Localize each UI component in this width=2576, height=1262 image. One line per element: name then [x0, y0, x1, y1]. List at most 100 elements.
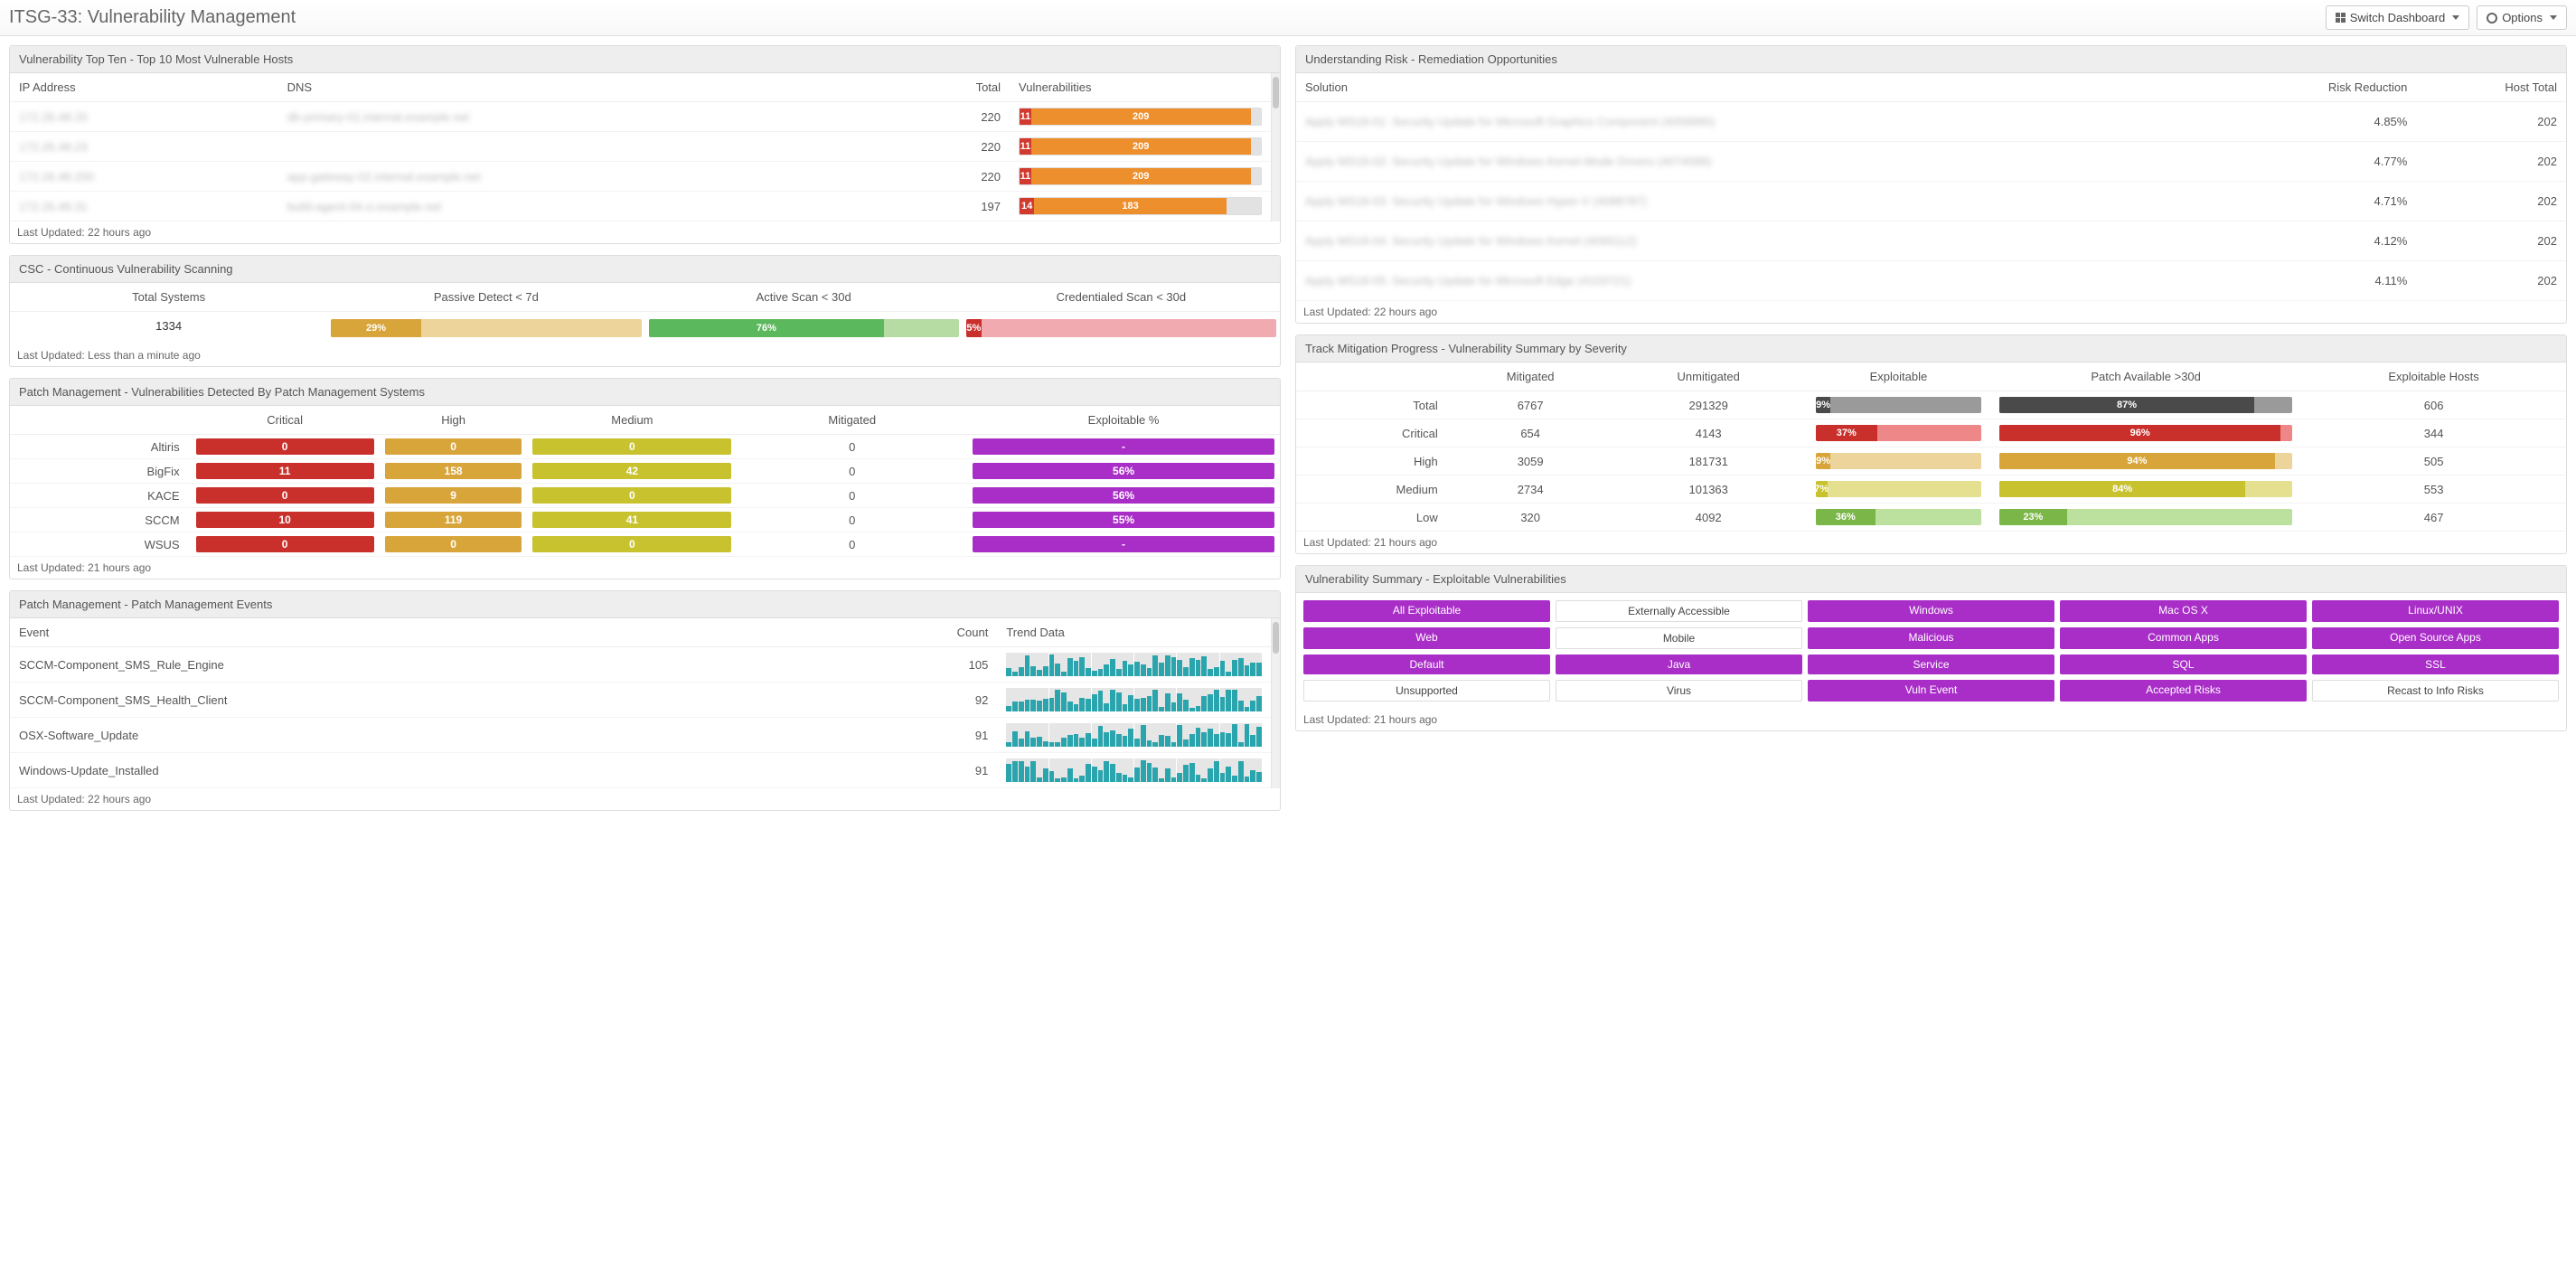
vuln-tag[interactable]: Default [1303, 655, 1550, 674]
reduction-cell: 4.11% [2209, 261, 2416, 301]
active-bar: 76% [649, 319, 959, 337]
vuln-tag[interactable]: Windows [1808, 600, 2054, 622]
table-row[interactable]: KACE 0 9 0 0 56% [10, 484, 1280, 508]
hosts-cell: 606 [2301, 391, 2566, 419]
sparkline [1006, 723, 1262, 747]
mitigated-cell: 0 [737, 508, 967, 532]
event-name: OSX-Software_Update [10, 718, 821, 753]
vuln-tag[interactable]: Recast to Info Risks [2312, 680, 2559, 702]
vuln-tag[interactable]: Java [1556, 655, 1802, 674]
table-row[interactable]: Critical 654 4143 37% 96% 344 [1296, 419, 2566, 447]
severity-label: High [1296, 447, 1451, 476]
table-row[interactable]: Total 6767 291329 9% 87% 606 [1296, 391, 2566, 419]
scrollbar[interactable] [1271, 73, 1280, 221]
risk-table: Solution Risk Reduction Host Total Apply… [1296, 73, 2566, 301]
table-row[interactable]: Altiris 0 0 0 0 - [10, 435, 1280, 459]
vuln-tag[interactable]: Accepted Risks [2060, 680, 2307, 702]
patch-bar: 23% [1999, 509, 2292, 525]
system-name: SCCM [10, 508, 191, 532]
mitigated-cell: 320 [1451, 504, 1611, 532]
table-row[interactable]: 172.26.48.200 app-gateway-02.internal.ex… [10, 162, 1271, 192]
mitigated-cell: 3059 [1451, 447, 1611, 476]
patch-bar: 94% [1999, 453, 2292, 469]
dns-cell: build-agent-04.ci.example.net [278, 192, 887, 221]
switch-dashboard-button[interactable]: Switch Dashboard [2326, 5, 2470, 30]
table-row[interactable]: Low 320 4092 36% 23% 467 [1296, 504, 2566, 532]
vuln-tag[interactable]: Open Source Apps [2312, 627, 2559, 649]
table-row[interactable]: 172.26.48.31 build-agent-04.ci.example.n… [10, 192, 1271, 221]
vuln-tag[interactable]: Common Apps [2060, 627, 2307, 649]
panel-footer: Last Updated: 22 hours ago [10, 221, 1280, 243]
medium-pill: 0 [532, 536, 731, 552]
patch-bar: 96% [1999, 425, 2292, 441]
vuln-tag[interactable]: Mac OS X [2060, 600, 2307, 622]
vuln-tag[interactable]: Mobile [1556, 627, 1802, 649]
table-row[interactable]: WSUS 0 0 0 0 - [10, 532, 1280, 557]
system-name: WSUS [10, 532, 191, 557]
solution-cell: Apply MS18-03: Security Update for Windo… [1296, 182, 2209, 221]
solution-cell: Apply MS18-05: Security Update for Micro… [1296, 261, 2209, 301]
table-row[interactable]: Apply MS18-04: Security Update for Windo… [1296, 221, 2566, 261]
passive-bar: 29% [331, 319, 641, 337]
vuln-tag[interactable]: Virus [1556, 680, 1802, 702]
vuln-tag[interactable]: Malicious [1808, 627, 2054, 649]
exploit-bar: 9% [1816, 453, 1981, 469]
vuln-tag[interactable]: Vuln Event [1808, 680, 2054, 702]
table-row[interactable]: Apply MS18-02: Security Update for Windo… [1296, 142, 2566, 182]
exploit-bar: 7% [1816, 481, 1981, 497]
page-title: ITSG-33: Vulnerability Management [9, 7, 296, 28]
vuln-tag[interactable]: Web [1303, 627, 1550, 649]
unmitigated-cell: 181731 [1611, 447, 1807, 476]
exploit-pill: 56% [973, 463, 1274, 479]
total-systems-value: 1334 [10, 312, 327, 344]
scrollbar[interactable] [1271, 618, 1280, 788]
gear-icon [2487, 13, 2497, 24]
table-row[interactable]: BigFix 11 158 42 0 56% [10, 459, 1280, 484]
event-count: 91 [821, 753, 998, 788]
high-pill: 0 [385, 438, 522, 455]
vuln-tag[interactable]: All Exploitable [1303, 600, 1550, 622]
reduction-cell: 4.12% [2209, 221, 2416, 261]
mitigation-table: Mitigated Unmitigated Exploitable Patch … [1296, 363, 2566, 532]
table-row[interactable]: OSX-Software_Update 91 [10, 718, 1271, 753]
table-row[interactable]: Apply MS18-01: Security Update for Micro… [1296, 102, 2566, 142]
table-row[interactable]: Apply MS18-03: Security Update for Windo… [1296, 182, 2566, 221]
mitigated-cell: 0 [737, 459, 967, 484]
exploit-bar: 9% [1816, 397, 1981, 413]
panel-header: Vulnerability Top Ten - Top 10 Most Vuln… [10, 46, 1280, 73]
high-pill: 158 [385, 463, 522, 479]
panel-vuln-summary: Vulnerability Summary - Exploitable Vuln… [1295, 565, 2567, 731]
exploit-pill: 55% [973, 512, 1274, 528]
table-row[interactable]: Medium 2734 101363 7% 84% 553 [1296, 476, 2566, 504]
table-row[interactable]: Windows-Update_Installed 91 [10, 753, 1271, 788]
table-row[interactable]: Apply MS18-05: Security Update for Micro… [1296, 261, 2566, 301]
ip-cell: 172.26.48.200 [10, 162, 278, 192]
panel-mitigation: Track Mitigation Progress - Vulnerabilit… [1295, 334, 2567, 554]
table-row[interactable]: SCCM-Component_SMS_Health_Client 92 [10, 683, 1271, 718]
event-name: SCCM-Component_SMS_Health_Client [10, 683, 821, 718]
exploit-pill: 56% [973, 487, 1274, 504]
medium-pill: 42 [532, 463, 731, 479]
vuln-tag[interactable]: Linux/UNIX [2312, 600, 2559, 622]
event-count: 92 [821, 683, 998, 718]
hosts-cell: 202 [2416, 102, 2566, 142]
vuln-tag[interactable]: Service [1808, 655, 2054, 674]
table-row[interactable]: 172.26.48.20 db-primary-01.internal.exam… [10, 102, 1271, 132]
vuln-tag[interactable]: SSL [2312, 655, 2559, 674]
vuln-bar-cell: 11209 [1010, 162, 1271, 192]
table-row[interactable]: High 3059 181731 9% 94% 505 [1296, 447, 2566, 476]
table-row[interactable]: SCCM 10 119 41 0 55% [10, 508, 1280, 532]
vuln-tag[interactable]: Externally Accessible [1556, 600, 1802, 622]
vuln-tag[interactable]: SQL [2060, 655, 2307, 674]
trend-cell [997, 718, 1271, 753]
top10-table: IP Address DNS Total Vulnerabilities 172… [10, 73, 1271, 221]
grid-icon [2336, 13, 2346, 23]
severity-label: Medium [1296, 476, 1451, 504]
total-cell: 197 [887, 192, 1011, 221]
vuln-tag[interactable]: Unsupported [1303, 680, 1550, 702]
critical-pill: 0 [196, 487, 374, 504]
table-row[interactable]: SCCM-Component_SMS_Rule_Engine 105 [10, 647, 1271, 683]
hosts-cell: 202 [2416, 182, 2566, 221]
options-button[interactable]: Options [2477, 5, 2567, 30]
table-row[interactable]: 172.26.48.23 220 11209 [10, 132, 1271, 162]
